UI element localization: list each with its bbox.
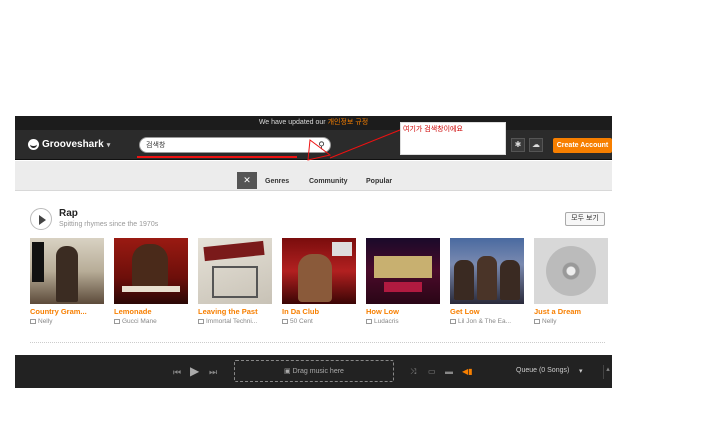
annotation-underline [137, 156, 297, 158]
privacy-policy-link[interactable]: 개인정보 규정 [328, 119, 369, 126]
album-artist[interactable]: Nelly [30, 318, 104, 325]
search-box: ⚲ [139, 137, 331, 153]
album-cover[interactable] [450, 238, 524, 304]
album-cover[interactable] [282, 238, 356, 304]
grooveshark-logo-icon [28, 139, 39, 150]
view-all-button[interactable]: 모두 보기 [565, 212, 605, 226]
crossfade-icon[interactable]: ▬ [445, 367, 453, 376]
album-title[interactable]: How Low [366, 307, 440, 316]
page: We have updated our 개인정보 규정 Grooveshark … [0, 0, 720, 421]
album-cover[interactable] [30, 238, 104, 304]
album-card[interactable]: Country Gram... Nelly [30, 238, 104, 325]
album-title[interactable]: Country Gram... [30, 307, 104, 316]
notice-text: We have updated our [258, 119, 326, 126]
dropzone-label: Drag music here [292, 368, 344, 375]
volume-icon[interactable]: ◀▮ [462, 367, 473, 376]
artist-icon [366, 319, 372, 324]
album-card[interactable]: How Low Ludacris [366, 238, 440, 325]
drag-music-dropzone[interactable]: ▣ Drag music here [234, 360, 394, 382]
search-input[interactable] [146, 139, 306, 151]
notifications-icon[interactable]: ☁ [529, 138, 543, 152]
next-track-icon[interactable]: ⏭ [209, 367, 217, 378]
album-card[interactable]: Leaving the Past Immortal Techni... [198, 238, 272, 325]
section-title: Rap [59, 208, 78, 219]
artist-name[interactable]: Ludacris [374, 318, 399, 325]
play-icon[interactable]: ▶ [190, 364, 199, 378]
artist-icon [30, 319, 36, 324]
artist-icon [282, 319, 288, 324]
artist-name[interactable]: Lil Jon & The Ea... [458, 318, 511, 325]
sub-navigation: ✕ Genres Community Popular [15, 161, 612, 191]
settings-gear-icon[interactable]: ✱ [511, 138, 525, 152]
annotation-callout: 여기가 검색창이에요 [400, 122, 506, 155]
artist-icon [534, 319, 540, 324]
create-account-button[interactable]: Create Account [553, 138, 612, 153]
album-cover[interactable] [534, 238, 608, 304]
artist-name[interactable]: Nelly [38, 318, 52, 325]
queue-chevron-icon[interactable]: ▾ [579, 367, 583, 375]
artist-icon [198, 319, 204, 324]
shuffle-icon[interactable]: ⤨ [410, 367, 416, 377]
artist-icon [450, 319, 456, 324]
annotation-text: 여기가 검색창이에요 [403, 126, 463, 133]
player-bar: ⏮ ▶ ⏭ ▣ Drag music here ⤨ ▭ ▬ ◀▮ Queue (… [15, 355, 612, 388]
grooveshark-logo[interactable]: Grooveshark ▾ [28, 139, 110, 150]
tab-genres[interactable]: Genres [265, 178, 289, 185]
queue-button[interactable]: Queue (0 Songs) [516, 367, 569, 374]
album-artist[interactable]: Nelly [534, 318, 608, 325]
album-artist[interactable]: 50 Cent [282, 318, 356, 325]
album-artist[interactable]: Immortal Techni... [198, 318, 272, 325]
home-icon[interactable]: ✕ [237, 172, 257, 189]
album-card[interactable]: Lemonade Gucci Mane [114, 238, 188, 325]
album-title[interactable]: Just a Dream [534, 307, 608, 316]
album-title[interactable]: Lemonade [114, 307, 188, 316]
album-card[interactable]: Get Low Lil Jon & The Ea... [450, 238, 524, 325]
update-notice-bar: We have updated our 개인정보 규정 [15, 116, 612, 130]
album-card[interactable]: In Da Club 50 Cent [282, 238, 356, 325]
logo-text: Grooveshark [42, 139, 104, 150]
artist-name[interactable]: Gucci Mane [122, 318, 157, 325]
tab-community[interactable]: Community [309, 178, 348, 185]
album-title[interactable]: Get Low [450, 307, 524, 316]
play-genre-button[interactable] [30, 208, 52, 230]
search-icon[interactable]: ⚲ [316, 140, 327, 151]
artist-name[interactable]: Nelly [542, 318, 556, 325]
artist-name[interactable]: 50 Cent [290, 318, 313, 325]
album-artist[interactable]: Gucci Mane [114, 318, 188, 325]
album-artist[interactable]: Lil Jon & The Ea... [450, 318, 524, 325]
section-divider [30, 342, 605, 343]
artist-name[interactable]: Immortal Techni... [206, 318, 257, 325]
album-cover[interactable] [366, 238, 440, 304]
expand-icon[interactable]: ▴ [603, 365, 612, 379]
music-file-icon: ▣ [284, 368, 293, 375]
album-cover[interactable] [198, 238, 272, 304]
album-cover[interactable] [114, 238, 188, 304]
artist-icon [114, 319, 120, 324]
section-subtitle: Spitting rhymes since the 1970s [59, 221, 159, 228]
album-card[interactable]: Just a Dream Nelly [534, 238, 608, 325]
tab-popular[interactable]: Popular [366, 178, 392, 185]
previous-track-icon[interactable]: ⏮ [173, 367, 181, 378]
repeat-icon[interactable]: ▭ [428, 367, 436, 376]
album-artist[interactable]: Ludacris [366, 318, 440, 325]
chevron-down-icon: ▾ [106, 141, 111, 149]
album-title[interactable]: Leaving the Past [198, 307, 272, 316]
album-title[interactable]: In Da Club [282, 307, 356, 316]
